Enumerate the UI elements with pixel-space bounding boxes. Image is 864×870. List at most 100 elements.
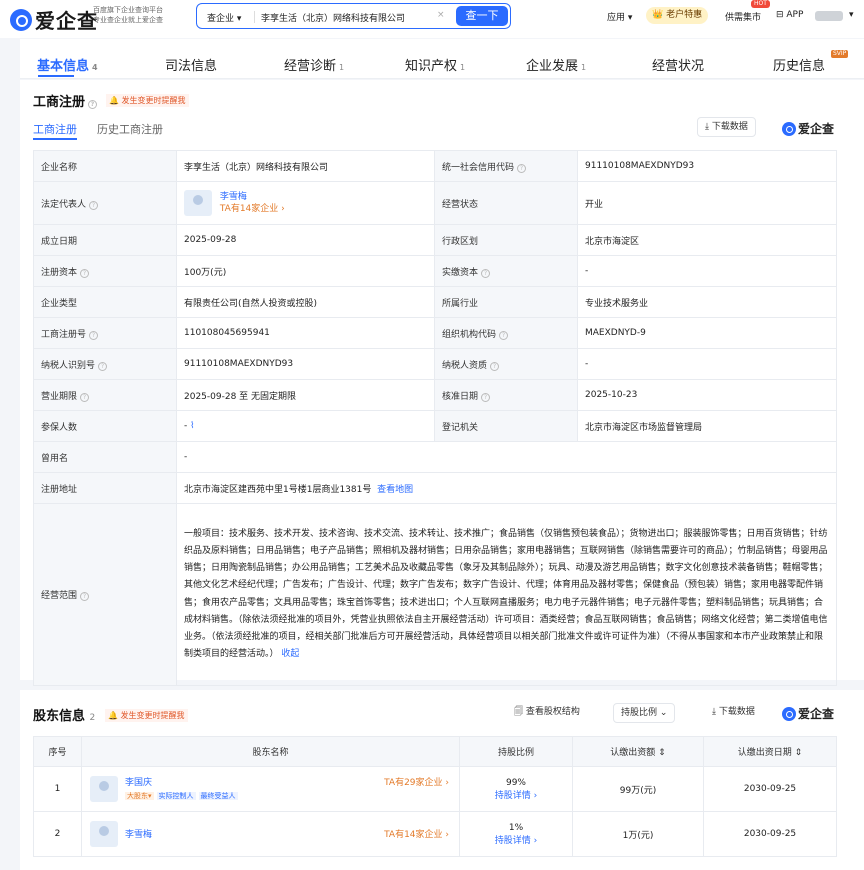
col-header-amount[interactable]: 认缴出资额 ⇕ (572, 736, 704, 767)
brand-logo: 爱企查 (782, 705, 834, 722)
search-divider (254, 11, 255, 23)
holding-detail-link[interactable]: 持股详情 › (495, 791, 537, 801)
holding-detail-link[interactable]: 持股详情 › (495, 836, 537, 846)
help-icon[interactable]: ? (88, 100, 98, 109)
company-name-value: 李享生活（北京）网络科技有限公司 (176, 150, 435, 182)
table-row: 工商注册号? 110108045695941 组织机构代码? MAEXDNYD-… (33, 317, 837, 349)
equity-structure-button[interactable]: 🗐 查看股权结构 (507, 703, 587, 723)
registration-number-value: 110108045695941 (176, 317, 435, 349)
tab-enterprise-development[interactable]: 企业发展 1 (526, 55, 586, 74)
subtab-history-registration[interactable]: 历史工商注册 (97, 121, 163, 137)
active-tab-indicator (38, 75, 74, 77)
avatar[interactable] (184, 190, 212, 216)
address-value: 北京市海淀区建西苑中里1号楼1层商业1381号 查看地图 (176, 472, 837, 504)
tab-basic-info[interactable]: 基本信息 4 (37, 55, 98, 74)
trend-icon[interactable]: ⌇ (190, 421, 194, 431)
logo-magnifier-icon (10, 8, 32, 31)
help-icon[interactable]: ? (499, 330, 509, 340)
table-row: 曾用名 - (33, 441, 837, 473)
field-label: 企业类型 (33, 286, 177, 318)
col-header-no: 序号 (33, 736, 82, 767)
former-name-value: - (176, 441, 837, 473)
field-label: 法定代表人? (33, 181, 177, 225)
legal-rep-companies-link[interactable]: TA有14家企业 › (220, 204, 285, 214)
user-avatar[interactable] (815, 11, 843, 21)
supply-market-link[interactable]: 供需集市 (725, 10, 761, 23)
help-icon[interactable]: ? (80, 592, 90, 601)
avatar[interactable] (90, 821, 118, 847)
subtab-business-registration[interactable]: 工商注册 (33, 121, 77, 137)
field-label: 行政区划 (434, 224, 578, 256)
field-label: 统一社会信用代码? (434, 150, 578, 182)
paid-capital-value: - (577, 255, 837, 287)
search-button[interactable]: 查一下 (456, 6, 508, 26)
site-logo[interactable]: 爱企查 (10, 5, 98, 34)
ratio-cell: 99% 持股详情 › (459, 766, 573, 812)
help-icon[interactable]: ? (89, 200, 99, 210)
field-label: 登记机关 (434, 410, 578, 442)
amount-value: 99万(元) (572, 766, 704, 812)
tag-major-shareholder[interactable]: 大股东▾ (125, 792, 154, 800)
app-download-link[interactable]: ⊟ APP (776, 10, 803, 20)
shareholder-name-link[interactable]: 李国庆 (125, 775, 152, 788)
vip-offer-button[interactable]: 👑 老户特惠 (646, 7, 709, 24)
registration-authority-value: 北京市海淀区市场监督管理局 (577, 410, 837, 442)
shareholder-name-link[interactable]: 李雪梅 (125, 827, 152, 840)
tab-business-status[interactable]: 经营状况 (652, 55, 704, 74)
org-code-value: MAEXDNYD-9 (577, 317, 837, 349)
collapse-link[interactable]: 收起 (281, 649, 299, 659)
date-value: 2030-09-25 (703, 766, 837, 812)
logo-text: 爱企查 (35, 9, 98, 33)
tab-history-info[interactable]: 历史信息 (773, 55, 825, 74)
amount-value: 1万(元) (572, 811, 704, 857)
field-label: 注册资本? (33, 255, 177, 287)
field-label: 经营状态 (434, 181, 578, 225)
business-scope-value: 一般项目：技术服务、技术开发、技术咨询、技术交流、技术转让、技术推广；食品销售（… (176, 503, 837, 686)
search-input[interactable]: 李享生活（北京）网络科技有限公司 (261, 11, 461, 24)
col-header-date[interactable]: 认缴出资日期 ⇕ (703, 736, 837, 767)
help-icon[interactable]: ? (481, 268, 491, 278)
approval-date-value: 2025-10-23 (577, 379, 837, 411)
shareholder-companies-link[interactable]: TA有29家企业 › (384, 775, 449, 788)
tab-judicial-info[interactable]: 司法信息 (165, 55, 217, 74)
field-label: 经营范围? (33, 503, 177, 686)
user-menu-caret-icon[interactable]: ▾ (849, 10, 854, 20)
change-alert-button[interactable]: 🔔 发生变更时提醒我 (106, 94, 189, 107)
help-icon[interactable]: ? (80, 392, 90, 402)
row-number: 2 (33, 811, 82, 857)
business-term-value: 2025-09-28 至 无固定期限 (176, 379, 435, 411)
ratio-value: 1% (508, 822, 524, 833)
help-icon[interactable]: ? (490, 361, 500, 371)
search-type-select[interactable]: 查企业 ▾ (207, 11, 241, 24)
logo-tagline-2: 专业查企业就上爱企查 (93, 16, 163, 24)
legal-rep-name-link[interactable]: 李雪梅 (220, 192, 247, 202)
apps-menu[interactable]: 应用 ▾ (607, 10, 632, 23)
shareholder-download-button[interactable]: ⤓ 下载数据 (705, 703, 762, 723)
help-icon[interactable]: ? (481, 392, 491, 402)
tab-intellectual-property[interactable]: 知识产权 1 (405, 55, 465, 74)
help-icon[interactable]: ? (517, 163, 527, 173)
tag-actual-controller: 实际控制人 (156, 792, 196, 800)
view-map-link[interactable]: 查看地图 (377, 485, 413, 495)
download-data-button[interactable]: ⤓ 下载数据 (697, 117, 756, 137)
taxpayer-qualification-value: - (577, 348, 837, 380)
col-header-ratio: 持股比例 (459, 736, 573, 767)
search-box: 查企业 ▾ 李享生活（北京）网络科技有限公司 × 查一下 (196, 3, 511, 29)
credit-code-value: 91110108MAEXDNYD93 (577, 150, 837, 182)
clear-icon[interactable]: × (437, 10, 445, 20)
table-row: 注册地址 北京市海淀区建西苑中里1号楼1层商业1381号 查看地图 (33, 472, 837, 504)
help-icon[interactable]: ? (80, 268, 90, 278)
logo-tagline: 百度旗下企业查询平台 专业查企业就上爱企查 (93, 5, 203, 25)
ratio-value: 99% (505, 777, 526, 788)
found-date-value: 2025-09-28 (176, 224, 435, 256)
shareholder-companies-link[interactable]: TA有14家企业 › (384, 827, 449, 840)
section-title-business: 工商注册? (33, 91, 98, 110)
tab-business-diagnosis[interactable]: 经营诊断 1 (284, 55, 344, 74)
date-value: 2030-09-25 (703, 811, 837, 857)
help-icon[interactable]: ? (98, 361, 108, 371)
help-icon[interactable]: ? (89, 330, 99, 340)
avatar[interactable] (90, 776, 118, 802)
shareholder-change-alert-button[interactable]: 🔔 发生变更时提醒我 (105, 709, 188, 722)
table-row: 2 李雪梅 TA有14家企业 › 1% 持股详情 › 1万(元) 2030-09-… (33, 811, 837, 857)
holding-ratio-select[interactable]: 持股比例 ⌄ (613, 703, 676, 723)
